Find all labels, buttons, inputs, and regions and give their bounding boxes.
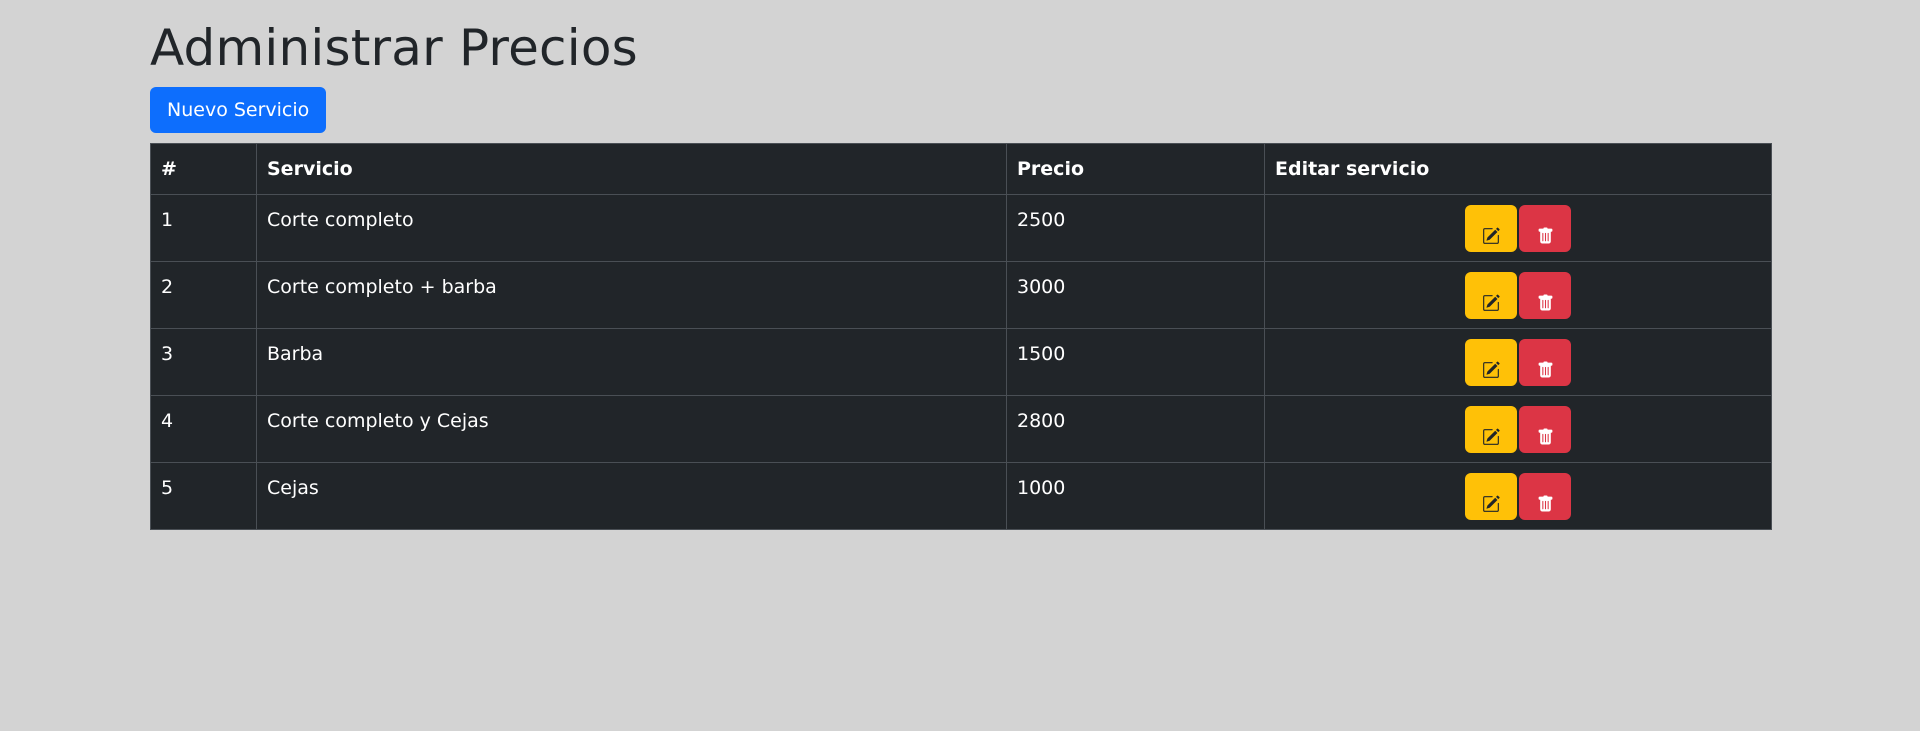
row-number: 2 <box>150 261 257 329</box>
edit-icon <box>1465 495 1517 513</box>
delete-button[interactable] <box>1519 473 1571 520</box>
page-title: Administrar Precios <box>150 19 638 77</box>
table-row: 3 Barba 1500 <box>150 328 1772 396</box>
row-price: 1500 <box>1006 328 1265 396</box>
row-actions <box>1264 194 1772 262</box>
trash-icon <box>1519 428 1571 446</box>
new-service-button[interactable]: Nuevo Servicio <box>150 87 327 133</box>
edit-icon <box>1465 428 1517 446</box>
row-service: Corte completo y Cejas <box>256 395 1007 463</box>
row-number: 3 <box>150 328 257 396</box>
prices-table: # Servicio Precio Editar servicio 1 Corte… <box>150 143 1772 530</box>
header-number: # <box>150 143 257 195</box>
table-row: 1 Corte completo 2500 <box>150 194 1772 262</box>
delete-button[interactable] <box>1519 205 1571 252</box>
edit-button[interactable] <box>1465 272 1517 319</box>
header-edit-service: Editar servicio <box>1264 143 1772 195</box>
row-service: Corte completo + barba <box>256 261 1007 329</box>
row-price: 3000 <box>1006 261 1265 329</box>
trash-icon <box>1519 495 1571 513</box>
row-number: 5 <box>150 462 257 530</box>
row-actions <box>1264 328 1772 396</box>
row-service: Corte completo <box>256 194 1007 262</box>
row-actions <box>1264 395 1772 463</box>
edit-button[interactable] <box>1465 406 1517 453</box>
main-container: Administrar Precios Nuevo Servicio # Ser… <box>150 0 1772 530</box>
row-actions <box>1264 462 1772 530</box>
edit-button[interactable] <box>1465 339 1517 386</box>
header-price: Precio <box>1006 143 1265 195</box>
edit-button[interactable] <box>1465 205 1517 252</box>
row-price: 2800 <box>1006 395 1265 463</box>
delete-button[interactable] <box>1519 272 1571 319</box>
row-price: 2500 <box>1006 194 1265 262</box>
trash-icon <box>1519 294 1571 312</box>
delete-button[interactable] <box>1519 406 1571 453</box>
row-service: Cejas <box>256 462 1007 530</box>
row-actions <box>1264 261 1772 329</box>
table-header-row: # Servicio Precio Editar servicio <box>150 143 1772 195</box>
row-service: Barba <box>256 328 1007 396</box>
edit-icon <box>1465 227 1517 245</box>
row-price: 1000 <box>1006 462 1265 530</box>
table-row: 2 Corte completo + barba 3000 <box>150 261 1772 329</box>
edit-button[interactable] <box>1465 473 1517 520</box>
edit-icon <box>1465 361 1517 379</box>
table-row: 4 Corte completo y Cejas 2800 <box>150 395 1772 463</box>
edit-icon <box>1465 294 1517 312</box>
header-service: Servicio <box>256 143 1007 195</box>
table-row: 5 Cejas 1000 <box>150 462 1772 530</box>
trash-icon <box>1519 227 1571 245</box>
delete-button[interactable] <box>1519 339 1571 386</box>
row-number: 4 <box>150 395 257 463</box>
trash-icon <box>1519 361 1571 379</box>
row-number: 1 <box>150 194 257 262</box>
